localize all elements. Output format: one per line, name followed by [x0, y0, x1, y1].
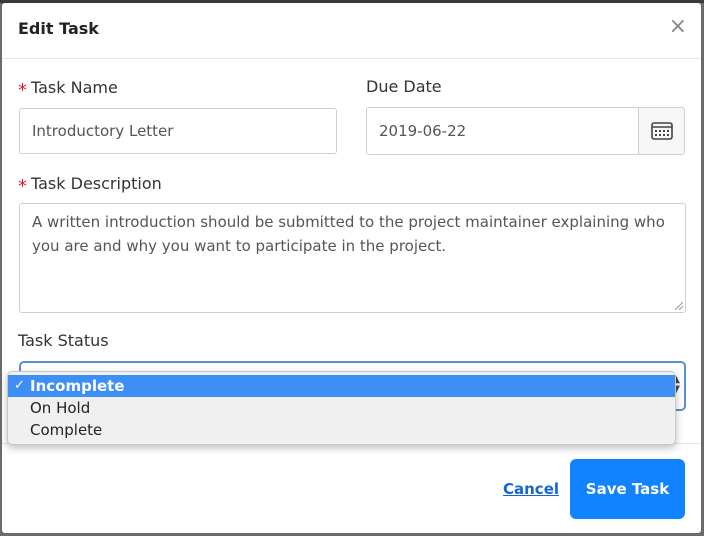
- cancel-link[interactable]: Cancel: [503, 480, 559, 498]
- task-status-dropdown: ✓ Incomplete On Hold Complete: [7, 371, 676, 445]
- task-description-label-text: Task Description: [31, 174, 162, 193]
- modal-title: Edit Task: [18, 19, 99, 38]
- option-label: Complete: [30, 421, 103, 439]
- task-name-label-text: Task Name: [31, 78, 118, 97]
- due-date-input[interactable]: 2019-06-22: [366, 107, 639, 155]
- option-label: On Hold: [30, 399, 91, 417]
- status-option-on-hold[interactable]: On Hold: [8, 397, 675, 419]
- close-icon[interactable]: ×: [669, 16, 687, 38]
- required-marker: *: [18, 80, 27, 101]
- task-name-input[interactable]: Introductory Letter: [19, 108, 337, 154]
- task-name-label: * Task Name: [18, 77, 118, 101]
- check-icon: ✓: [14, 378, 25, 393]
- task-status-label: Task Status: [18, 331, 109, 350]
- due-date-group: 2019-06-22: [366, 107, 685, 155]
- resize-grip-icon[interactable]: [675, 302, 683, 310]
- task-description-label: * Task Description: [18, 173, 162, 197]
- status-option-incomplete[interactable]: ✓ Incomplete: [8, 375, 675, 397]
- calendar-button[interactable]: [638, 107, 685, 155]
- save-task-button[interactable]: Save Task: [570, 459, 685, 519]
- required-marker: *: [18, 176, 27, 197]
- modal-header: Edit Task ×: [2, 3, 701, 59]
- status-option-complete[interactable]: Complete: [8, 419, 675, 441]
- task-description-textarea[interactable]: A written introduction should be submitt…: [19, 203, 686, 313]
- due-date-label: Due Date: [366, 77, 442, 96]
- task-description-text: A written introduction should be submitt…: [32, 213, 665, 255]
- modal-footer: Cancel Save Task: [2, 443, 701, 533]
- calendar-icon: [650, 122, 673, 140]
- edit-task-modal: Edit Task × * Task Name Introductory Lett…: [2, 3, 701, 533]
- option-label: Incomplete: [30, 377, 125, 395]
